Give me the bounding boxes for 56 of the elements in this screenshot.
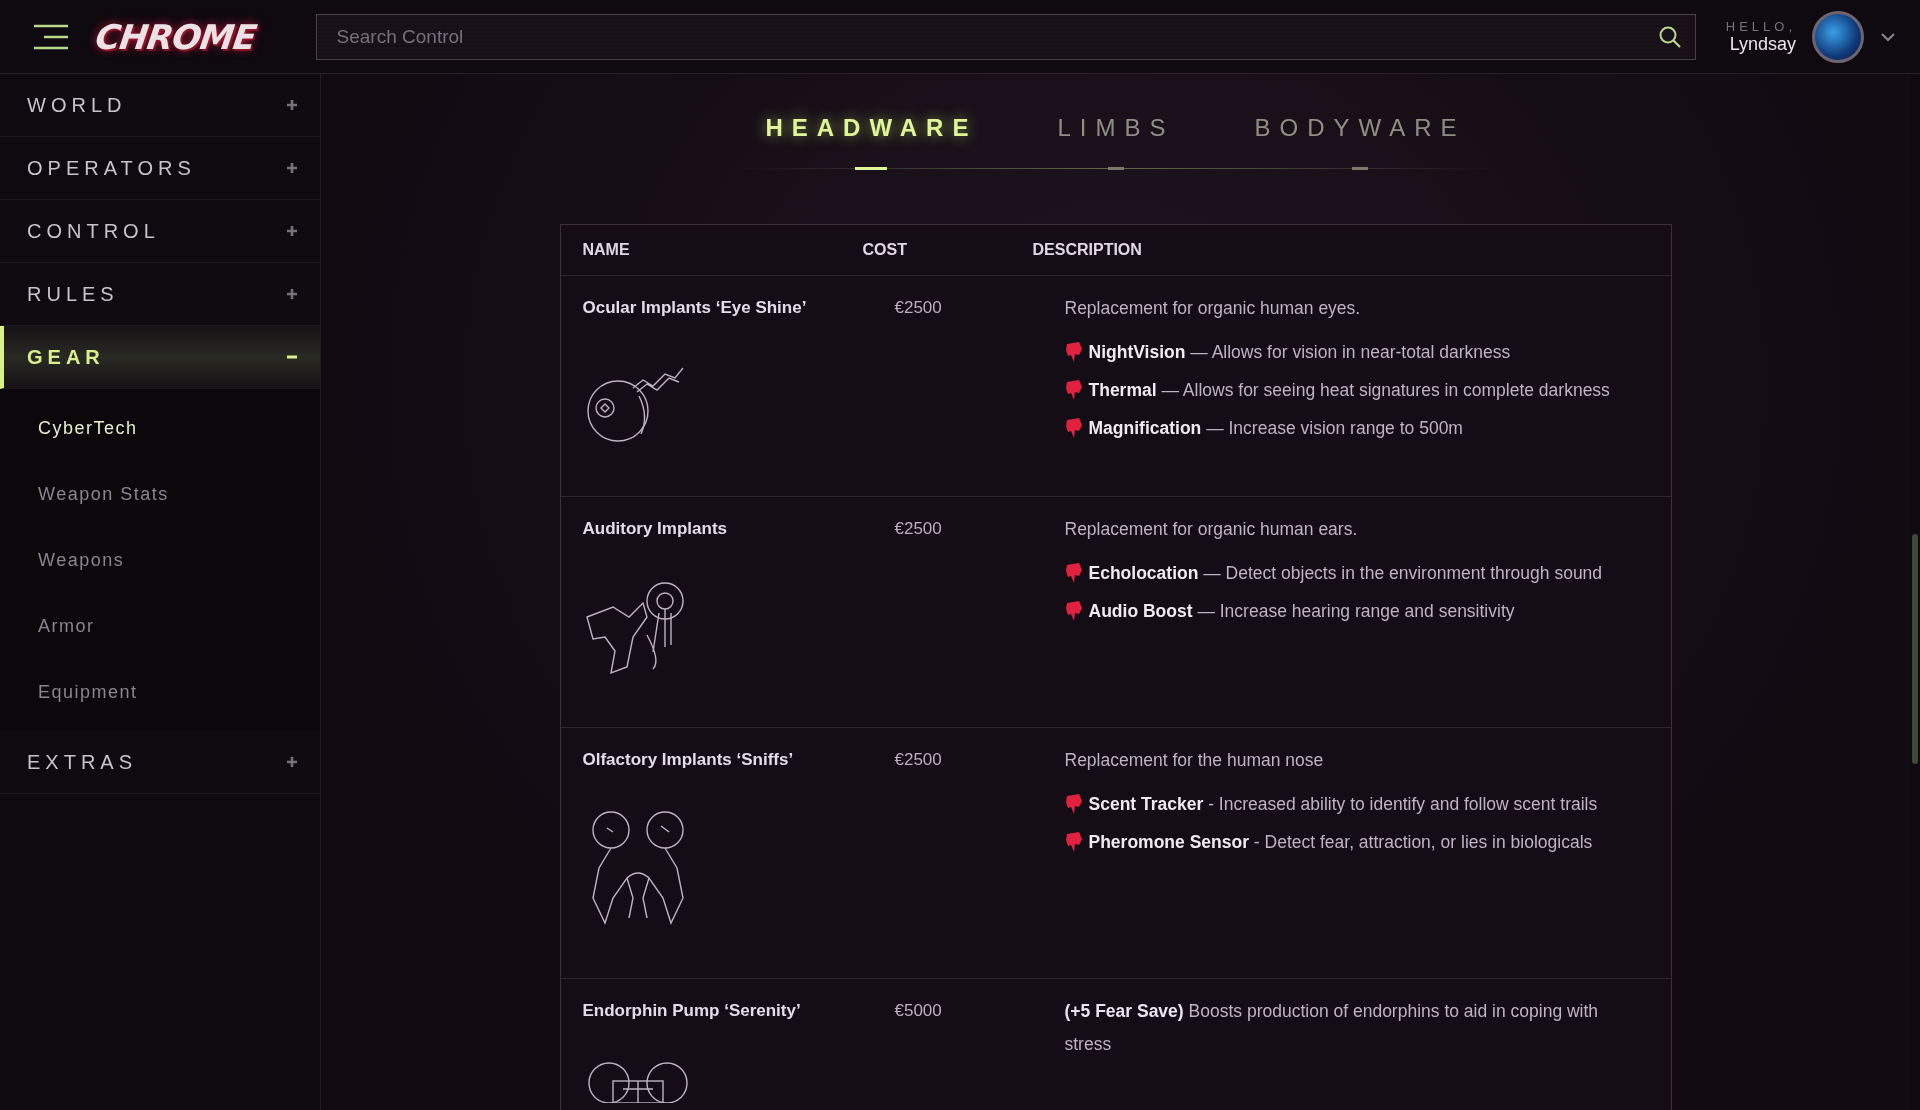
sidebar-item[interactable]: Weapons bbox=[0, 527, 320, 593]
menu-icon[interactable] bbox=[32, 23, 70, 50]
feature-text: Scent Tracker - Increased ability to identify and follow scent trails bbox=[1088, 793, 1598, 815]
cost-value: €5000 bbox=[893, 1001, 943, 1022]
sidebar-item[interactable]: Weapon Stats bbox=[0, 461, 320, 527]
item-name: Ocular Implants ‘Eye Shine’ bbox=[582, 298, 808, 318]
splat-bullet-icon bbox=[1064, 341, 1083, 364]
chevron-down-icon[interactable] bbox=[1880, 31, 1896, 42]
feature-text: Echolocation — Detect objects in the environment through sound bbox=[1088, 562, 1603, 584]
plus-icon bbox=[286, 756, 298, 768]
cost-value: €2500 bbox=[893, 298, 943, 319]
tab[interactable]: LIMBS bbox=[1057, 114, 1175, 170]
feature-text: Audio Boost — Increase hearing range and sensitivity bbox=[1088, 600, 1515, 622]
feature-text: Thermal — Allows for seeing heat signatures in complete darkness bbox=[1088, 379, 1610, 401]
search-field[interactable]: Search Control bbox=[315, 13, 1696, 60]
search-icon[interactable] bbox=[1657, 24, 1682, 49]
splat-bullet-icon bbox=[1064, 831, 1083, 854]
sidebar-section[interactable]: OPERATORS bbox=[0, 137, 320, 200]
column-header: DESCRIPTION bbox=[1032, 241, 1143, 259]
splat-bullet-icon bbox=[1064, 379, 1083, 402]
feature-text: NightVision — Allows for vision in near-total darkness bbox=[1088, 341, 1511, 363]
sidebar-section[interactable]: GEAR bbox=[0, 326, 320, 389]
plus-icon bbox=[286, 99, 298, 111]
splat-bullet-icon bbox=[1064, 562, 1083, 585]
item-name: Endorphin Pump ‘Serenity’ bbox=[582, 1001, 802, 1021]
sidebar-section[interactable]: EXTRAS bbox=[0, 731, 320, 794]
sidebar-item[interactable]: CyberTech bbox=[0, 395, 320, 461]
greeting-label: HELLO, bbox=[1725, 18, 1796, 34]
feature-text: Pheromone Sensor - Detect fear, attraction, or lies in biologicals bbox=[1088, 831, 1593, 853]
item-description: Replacement for organic human eyes. bbox=[1064, 297, 1362, 320]
splat-bullet-icon bbox=[1064, 793, 1083, 816]
avatar-picture[interactable] bbox=[1812, 10, 1864, 63]
user-name: Lyndsay bbox=[1729, 33, 1796, 55]
item-name: Auditory Implants bbox=[582, 519, 728, 539]
column-header: COST bbox=[862, 241, 908, 259]
item-description: (+5 Fear Save) Boosts production of endorphins to aid in coping with stress bbox=[1064, 1000, 1600, 1057]
splat-bullet-icon bbox=[1064, 417, 1083, 440]
logo[interactable]: CHROME bbox=[93, 16, 259, 57]
tab[interactable]: BODYWARE bbox=[1254, 114, 1466, 170]
feature-text: Magnification — Increase vision range to 500m bbox=[1088, 417, 1463, 439]
cost-value: €2500 bbox=[893, 519, 943, 540]
item-description: Replacement for organic human ears. bbox=[1064, 518, 1359, 541]
sidebar-item[interactable]: Armor bbox=[0, 593, 320, 659]
item-description: Replacement for the human nose bbox=[1064, 749, 1325, 772]
tab[interactable]: HEADWARE bbox=[765, 114, 978, 170]
column-header: NAME bbox=[582, 241, 631, 259]
splat-bullet-icon bbox=[1064, 600, 1083, 623]
sidebar-section[interactable]: CONTROL bbox=[0, 200, 320, 263]
scrollbar-thumb[interactable] bbox=[1912, 534, 1918, 764]
item-name: Olfactory Implants ‘Sniffs’ bbox=[582, 750, 795, 770]
plus-icon bbox=[286, 225, 298, 237]
cost-value: €2500 bbox=[893, 750, 943, 771]
sidebar-item[interactable]: Equipment bbox=[0, 659, 320, 725]
sidebar-section[interactable]: WORLD bbox=[0, 74, 320, 137]
plus-icon bbox=[286, 162, 298, 174]
plus-icon bbox=[286, 288, 298, 300]
